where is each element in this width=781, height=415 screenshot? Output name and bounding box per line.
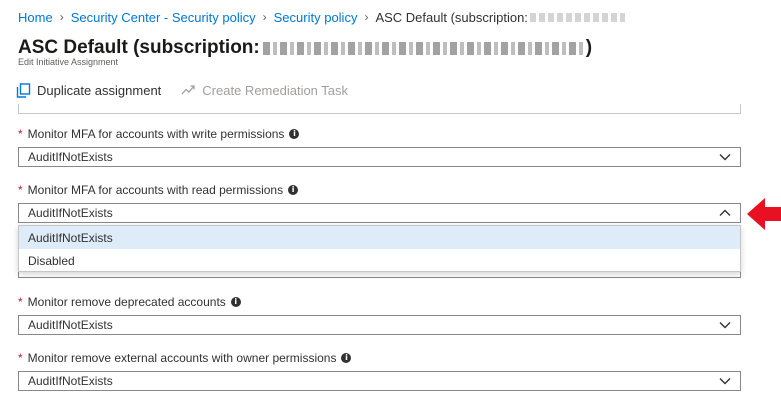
- required-marker: *: [18, 295, 23, 309]
- field-label-text: Monitor MFA for accounts with read permi…: [27, 183, 284, 197]
- breadcrumb-separator-icon: ›: [364, 10, 369, 24]
- redacted-subscription-id: [262, 41, 583, 55]
- copy-icon: [16, 82, 31, 98]
- required-marker: *: [18, 183, 23, 197]
- deprecated-accounts-select[interactable]: AuditIfNotExists: [18, 315, 741, 335]
- previous-field-edge: [18, 104, 741, 114]
- page-title-tail: ): [585, 37, 593, 58]
- field-label-text: Monitor MFA for accounts with write perm…: [27, 127, 285, 141]
- mfa-read-dropdown-list: AuditIfNotExists Disabled: [18, 225, 741, 272]
- info-icon[interactable]: i: [288, 185, 299, 195]
- duplicate-assignment-label: Duplicate assignment: [37, 82, 162, 98]
- required-marker: *: [18, 351, 23, 365]
- breadcrumb-security-center[interactable]: Security Center - Security policy: [71, 10, 256, 25]
- select-value: AuditIfNotExists: [28, 206, 113, 220]
- field-label-deprecated-accounts: * Monitor remove deprecated accounts i: [18, 295, 241, 309]
- trend-icon: [181, 84, 195, 94]
- breadcrumb-home[interactable]: Home: [18, 10, 53, 25]
- external-owner-accounts-select[interactable]: AuditIfNotExists: [18, 371, 741, 391]
- info-icon[interactable]: i: [289, 129, 300, 139]
- field-label-text: Monitor remove external accounts with ow…: [27, 351, 337, 365]
- hidden-field-edge: [18, 272, 741, 278]
- select-value: AuditIfNotExists: [28, 150, 113, 164]
- page-title: ASC Default (subscription:: [18, 37, 260, 58]
- duplicate-assignment-button[interactable]: Duplicate assignment: [16, 83, 161, 98]
- chevron-down-icon: [719, 322, 731, 329]
- redacted-subscription-id: [529, 12, 625, 22]
- field-label-mfa-read: * Monitor MFA for accounts with read per…: [18, 183, 299, 197]
- required-marker: *: [18, 127, 23, 141]
- breadcrumb-separator-icon: ›: [262, 10, 267, 24]
- chevron-up-icon: [719, 209, 731, 216]
- field-label-external-owner-accounts: * Monitor remove external accounts with …: [18, 351, 352, 365]
- field-label-text: Monitor remove deprecated accounts: [27, 295, 226, 309]
- mfa-write-select[interactable]: AuditIfNotExists: [18, 147, 741, 167]
- dropdown-option-auditifnotexists[interactable]: AuditIfNotExists: [19, 226, 740, 249]
- breadcrumb-security-policy[interactable]: Security policy: [274, 10, 358, 25]
- field-label-mfa-write: * Monitor MFA for accounts with write pe…: [18, 127, 300, 141]
- dropdown-option-disabled[interactable]: Disabled: [19, 249, 740, 272]
- mfa-read-select[interactable]: AuditIfNotExists: [18, 203, 741, 223]
- chevron-down-icon: [719, 154, 731, 161]
- page-subtitle: Edit Initiative Assignment: [18, 57, 119, 67]
- breadcrumb-current: ASC Default (subscription:: [375, 9, 528, 25]
- red-arrow-icon: [747, 198, 781, 230]
- select-value: AuditIfNotExists: [28, 374, 113, 388]
- chevron-down-icon: [719, 378, 731, 385]
- create-remediation-task-label: Create Remediation Task: [202, 82, 349, 98]
- create-remediation-task-button[interactable]: Create Remediation Task: [181, 83, 348, 98]
- toolbar: Duplicate assignment Create Remediation …: [16, 80, 348, 100]
- info-icon[interactable]: i: [341, 353, 352, 363]
- info-icon[interactable]: i: [230, 297, 241, 307]
- breadcrumb: Home › Security Center - Security policy…: [18, 8, 758, 26]
- breadcrumb-separator-icon: ›: [59, 10, 64, 24]
- select-value: AuditIfNotExists: [28, 318, 113, 332]
